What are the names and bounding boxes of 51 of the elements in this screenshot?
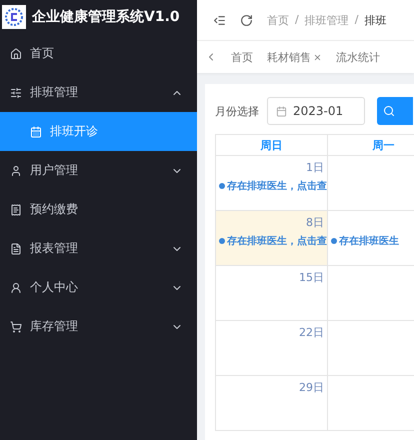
day-number: 29日 (299, 381, 324, 394)
sidebar-item[interactable]: 预约缴费 (0, 190, 197, 229)
weekday-header: 周日 (216, 134, 328, 156)
day-number: 22日 (299, 326, 324, 339)
calendar-day-cell[interactable]: 15日 (216, 266, 328, 321)
calendar-day-cell[interactable]: 1日 存在排班医生，点击查 (216, 156, 328, 211)
event-link[interactable]: 存在排班医生 (339, 234, 399, 248)
event-dot (331, 238, 337, 244)
event-dot (219, 183, 225, 189)
home-icon (10, 48, 22, 60)
search-button[interactable] (377, 97, 413, 125)
cart-icon (10, 320, 22, 332)
sidebar-item[interactable]: 用户管理 (0, 151, 197, 190)
sidebar-item[interactable]: 报表管理 (0, 229, 197, 268)
breadcrumb-item[interactable]: 首页 (267, 12, 289, 28)
page-tab[interactable]: 首页 (231, 50, 253, 64)
sidebar-item[interactable]: 排班管理 (0, 73, 197, 112)
sliders-icon (10, 86, 22, 98)
sidebar-item[interactable]: 首页 (0, 34, 197, 73)
sidebar-item[interactable]: 个人中心 (0, 268, 197, 307)
month-label: 月份选择 (215, 104, 259, 118)
app-title: 企业健康管理系统V1.0 (32, 8, 180, 26)
page-tab[interactable]: 流水统计 (336, 50, 380, 64)
logo-icon (2, 5, 26, 29)
day-number: 1日 (306, 161, 324, 174)
month-input[interactable]: 2023-01 (267, 97, 365, 125)
sidebar-item[interactable]: 库存管理 (0, 307, 197, 346)
collapse-menu-icon[interactable] (213, 14, 226, 26)
breadcrumb-item[interactable]: 排班管理 (304, 12, 349, 28)
receipt-icon (10, 204, 22, 216)
event-dot (219, 238, 225, 244)
search-icon (383, 105, 395, 117)
calendar-day-cell[interactable]: 29日 (216, 376, 328, 431)
day-number: 8日 (306, 216, 324, 229)
person-icon (10, 282, 22, 294)
calendar-icon (30, 126, 42, 138)
calendar-day-cell[interactable]: 8日 存在排班医生，点击查 (216, 211, 328, 266)
calendar-icon (276, 106, 287, 116)
breadcrumb-item[interactable]: 排班 (364, 12, 386, 28)
close-icon[interactable] (313, 52, 322, 62)
breadcrumb-separator: / (295, 12, 299, 28)
user-icon (10, 164, 22, 176)
document-icon (10, 242, 22, 254)
event-link[interactable]: 存在排班医生，点击查 (227, 234, 327, 248)
refresh-icon[interactable] (240, 14, 253, 26)
calendar-day-cell[interactable]: 22日 (216, 321, 328, 376)
sidebar-subitem[interactable]: 排班开诊 (0, 112, 197, 151)
day-number: 15日 (299, 271, 324, 284)
page-tab[interactable]: 耗材销售 (267, 50, 322, 64)
breadcrumb-separator: / (354, 12, 358, 28)
event-link[interactable]: 存在排班医生，点击查 (227, 179, 327, 193)
